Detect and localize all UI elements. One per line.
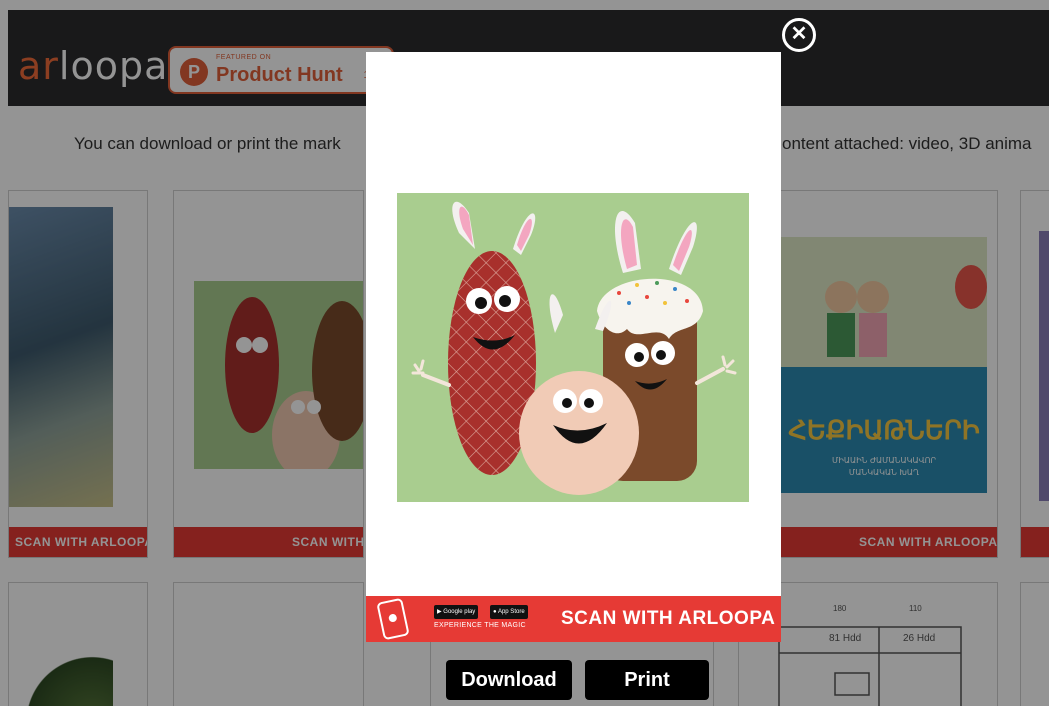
google-play-badge: ▶ Google play: [434, 605, 479, 619]
easter-characters-illustration: [397, 193, 749, 502]
print-button[interactable]: Print: [585, 660, 709, 700]
close-icon: ✕: [790, 23, 808, 45]
experience-the-magic-text: EXPERIENCE THE MAGIC: [434, 622, 526, 629]
app-store-badge: ● App Store: [490, 605, 528, 619]
scan-with-arloopa-banner: ▶ Google play ● App Store EXPERIENCE THE…: [366, 596, 781, 642]
close-modal-button[interactable]: ✕: [782, 18, 816, 52]
phone-icon: [376, 597, 410, 641]
marker-preview-modal: ▶ Google play ● App Store EXPERIENCE THE…: [366, 52, 781, 642]
scan-with-arloopa-text: SCAN WITH ARLOOPA: [561, 608, 776, 629]
marker-preview-image: [397, 193, 749, 502]
download-button[interactable]: Download: [446, 660, 572, 700]
